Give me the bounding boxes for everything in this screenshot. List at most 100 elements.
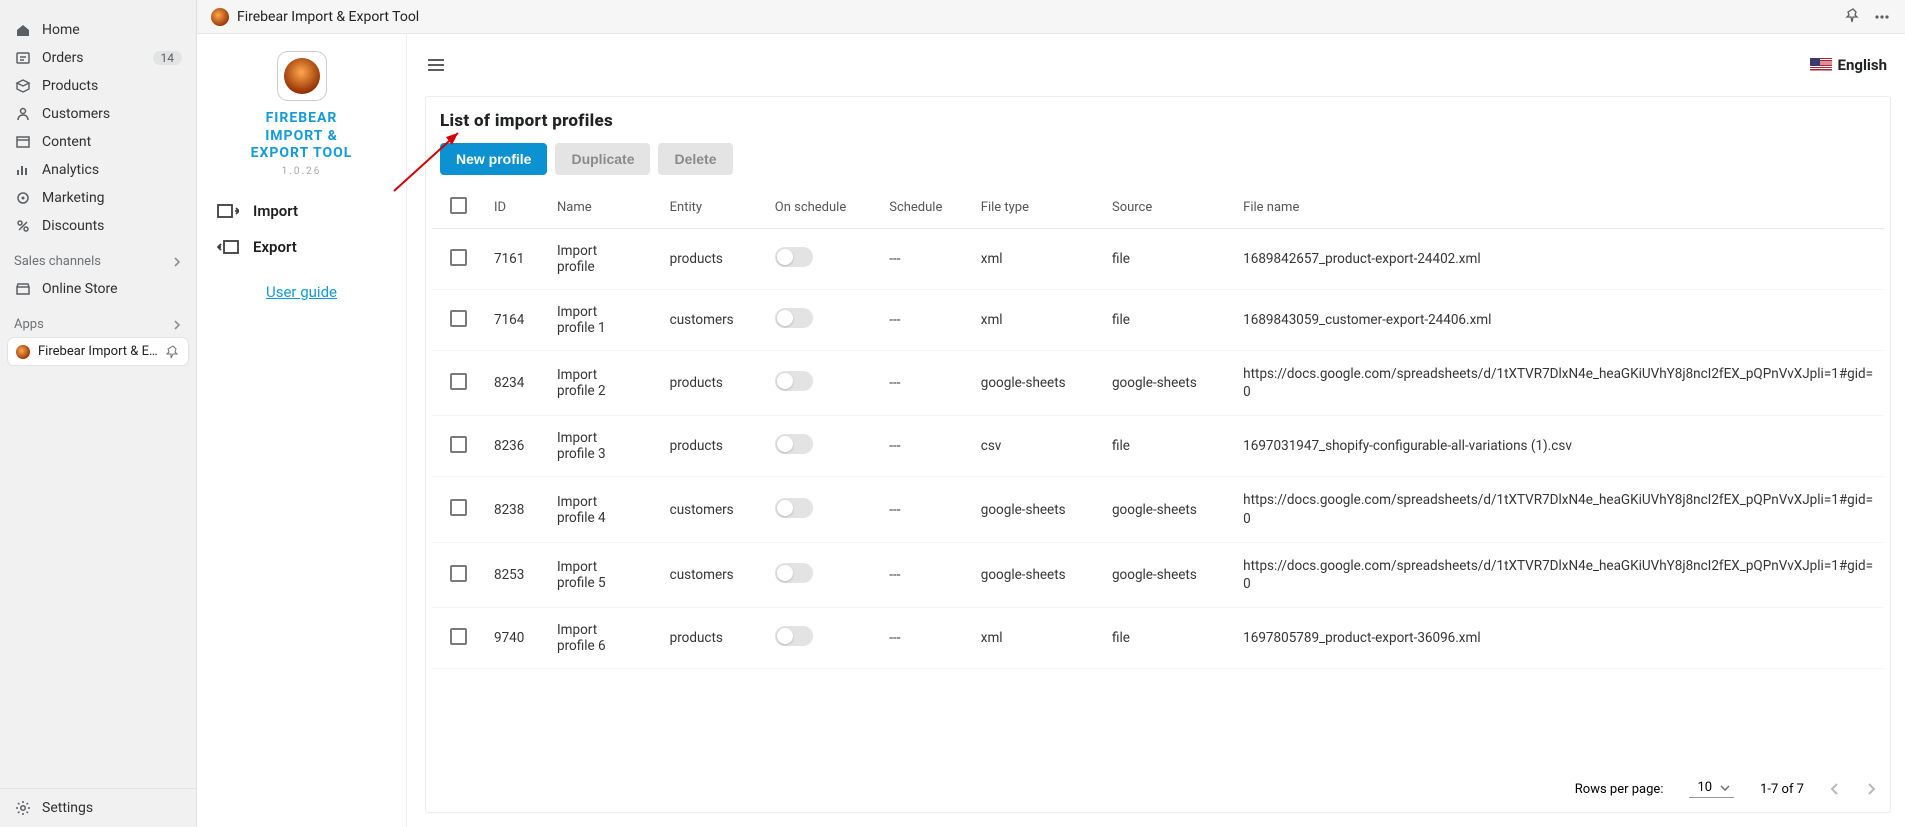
cell-source: file bbox=[1102, 229, 1233, 290]
col-name[interactable]: Name bbox=[547, 187, 660, 229]
firebear-logo-icon bbox=[211, 8, 229, 26]
prev-page-button[interactable] bbox=[1830, 782, 1840, 796]
schedule-toggle[interactable] bbox=[775, 563, 813, 583]
sidebar-item-content[interactable]: Content bbox=[0, 128, 196, 156]
app-firebear-row[interactable]: Firebear Import & Exp... bbox=[8, 338, 188, 365]
cell-entity: products bbox=[660, 416, 765, 477]
cell-entity: products bbox=[660, 351, 765, 416]
row-checkbox[interactable] bbox=[450, 565, 467, 582]
table-row[interactable]: 7164Import profile 1customers---xmlfile1… bbox=[432, 290, 1884, 351]
sidebar-item-orders[interactable]: Orders14 bbox=[0, 44, 196, 72]
cell-id: 7161 bbox=[484, 229, 547, 290]
cell-source: file bbox=[1102, 290, 1233, 351]
table-row[interactable]: 8238Import profile 4customers---google-s… bbox=[432, 477, 1884, 542]
row-checkbox[interactable] bbox=[450, 499, 467, 516]
duplicate-button[interactable]: Duplicate bbox=[555, 143, 650, 175]
sidebar-online-store[interactable]: Online Store bbox=[0, 275, 196, 303]
sidebar-settings[interactable]: Settings bbox=[0, 789, 196, 827]
more-icon[interactable] bbox=[1873, 8, 1891, 26]
sidebar-item-analytics[interactable]: Analytics bbox=[0, 156, 196, 184]
cell-filetype: xml bbox=[971, 608, 1102, 669]
schedule-toggle[interactable] bbox=[775, 308, 813, 328]
firebear-title: FIREBEAR IMPORT & EXPORT TOOL bbox=[251, 110, 353, 163]
hamburger-icon[interactable] bbox=[425, 54, 447, 76]
nav-import[interactable]: Import bbox=[197, 193, 406, 229]
col-filename[interactable]: File name bbox=[1233, 187, 1884, 229]
col-filetype[interactable]: File type bbox=[971, 187, 1102, 229]
row-checkbox[interactable] bbox=[450, 628, 467, 645]
cell-schedule: --- bbox=[879, 290, 971, 351]
cell-name: Import profile 3 bbox=[547, 416, 660, 477]
sidebar-item-label: Orders bbox=[42, 50, 84, 66]
col-id[interactable]: ID bbox=[484, 187, 547, 229]
row-checkbox[interactable] bbox=[450, 310, 467, 327]
sidebar-item-discounts[interactable]: Discounts bbox=[0, 212, 196, 240]
select-all-checkbox[interactable] bbox=[450, 197, 467, 214]
products-icon bbox=[14, 77, 32, 95]
table-row[interactable]: 9740Import profile 6products---xmlfile16… bbox=[432, 608, 1884, 669]
pin-icon[interactable] bbox=[166, 345, 180, 359]
rows-per-page-label: Rows per page: bbox=[1575, 782, 1664, 797]
table-row[interactable]: 8234Import profile 2products---google-sh… bbox=[432, 351, 1884, 416]
cell-name: Import profile 1 bbox=[547, 290, 660, 351]
marketing-icon bbox=[14, 189, 32, 207]
delete-button[interactable]: Delete bbox=[658, 143, 732, 175]
profiles-card: List of import profiles New profile Dupl… bbox=[425, 96, 1891, 813]
language-selector[interactable]: English bbox=[1810, 56, 1887, 74]
nav-export[interactable]: Export bbox=[197, 229, 406, 265]
cell-filename: https://docs.google.com/spreadsheets/d/1… bbox=[1233, 351, 1884, 416]
sidebar-item-marketing[interactable]: Marketing bbox=[0, 184, 196, 212]
user-guide-link[interactable]: User guide bbox=[266, 283, 337, 301]
cell-filetype: csv bbox=[971, 416, 1102, 477]
row-checkbox[interactable] bbox=[450, 249, 467, 266]
cell-entity: customers bbox=[660, 290, 765, 351]
cell-name: Import profile 2 bbox=[547, 351, 660, 416]
import-icon bbox=[217, 202, 239, 220]
app-title: Firebear Import & Export Tool bbox=[237, 9, 419, 25]
sidebar-item-label: Marketing bbox=[42, 190, 105, 206]
shopify-sidebar: HomeOrders14Products Customers ContentAnal… bbox=[0, 0, 197, 827]
pin-icon[interactable] bbox=[1845, 8, 1863, 26]
profiles-table: ID Name Entity On schedule Schedule File… bbox=[432, 187, 1884, 669]
row-checkbox[interactable] bbox=[450, 436, 467, 453]
page-range: 1-7 of 7 bbox=[1760, 782, 1804, 797]
sidebar-item-label: Customers bbox=[42, 106, 110, 122]
schedule-toggle[interactable] bbox=[775, 371, 813, 391]
cell-filename: https://docs.google.com/spreadsheets/d/1… bbox=[1233, 542, 1884, 607]
sidebar-item-customers[interactable]: Customers bbox=[0, 100, 196, 128]
cell-id: 8238 bbox=[484, 477, 547, 542]
cell-onschedule bbox=[765, 416, 879, 477]
cell-filename: 1697031947_shopify-configurable-all-vari… bbox=[1233, 416, 1884, 477]
schedule-toggle[interactable] bbox=[775, 247, 813, 267]
rows-per-page-select[interactable]: 10 bbox=[1689, 780, 1734, 798]
cell-onschedule bbox=[765, 477, 879, 542]
table-row[interactable]: 7161Import profileproducts---xmlfile1689… bbox=[432, 229, 1884, 290]
schedule-toggle[interactable] bbox=[775, 626, 813, 646]
sidebar-item-home[interactable]: Home bbox=[0, 16, 196, 44]
col-onschedule[interactable]: On schedule bbox=[765, 187, 879, 229]
profiles-table-scroll[interactable]: ID Name Entity On schedule Schedule File… bbox=[432, 187, 1884, 768]
table-row[interactable]: 8253Import profile 5customers---google-s… bbox=[432, 542, 1884, 607]
cell-schedule: --- bbox=[879, 416, 971, 477]
col-entity[interactable]: Entity bbox=[660, 187, 765, 229]
chevron-right-icon bbox=[172, 320, 182, 330]
new-profile-button[interactable]: New profile bbox=[440, 143, 547, 175]
col-source[interactable]: Source bbox=[1102, 187, 1233, 229]
cell-schedule: --- bbox=[879, 229, 971, 290]
apps-header[interactable]: Apps bbox=[0, 303, 196, 338]
schedule-toggle[interactable] bbox=[775, 434, 813, 454]
sales-channels-header[interactable]: Sales channels bbox=[0, 240, 196, 275]
next-page-button[interactable] bbox=[1866, 782, 1876, 796]
cell-entity: products bbox=[660, 608, 765, 669]
cell-schedule: --- bbox=[879, 608, 971, 669]
schedule-toggle[interactable] bbox=[775, 498, 813, 518]
row-checkbox[interactable] bbox=[450, 373, 467, 390]
sidebar-item-products[interactable]: Products bbox=[0, 72, 196, 100]
cell-name: Import profile 5 bbox=[547, 542, 660, 607]
cell-source: file bbox=[1102, 416, 1233, 477]
col-schedule[interactable]: Schedule bbox=[879, 187, 971, 229]
firebear-logo bbox=[278, 52, 326, 100]
cell-onschedule bbox=[765, 351, 879, 416]
home-icon bbox=[14, 21, 32, 39]
table-row[interactable]: 8236Import profile 3products---csvfile16… bbox=[432, 416, 1884, 477]
